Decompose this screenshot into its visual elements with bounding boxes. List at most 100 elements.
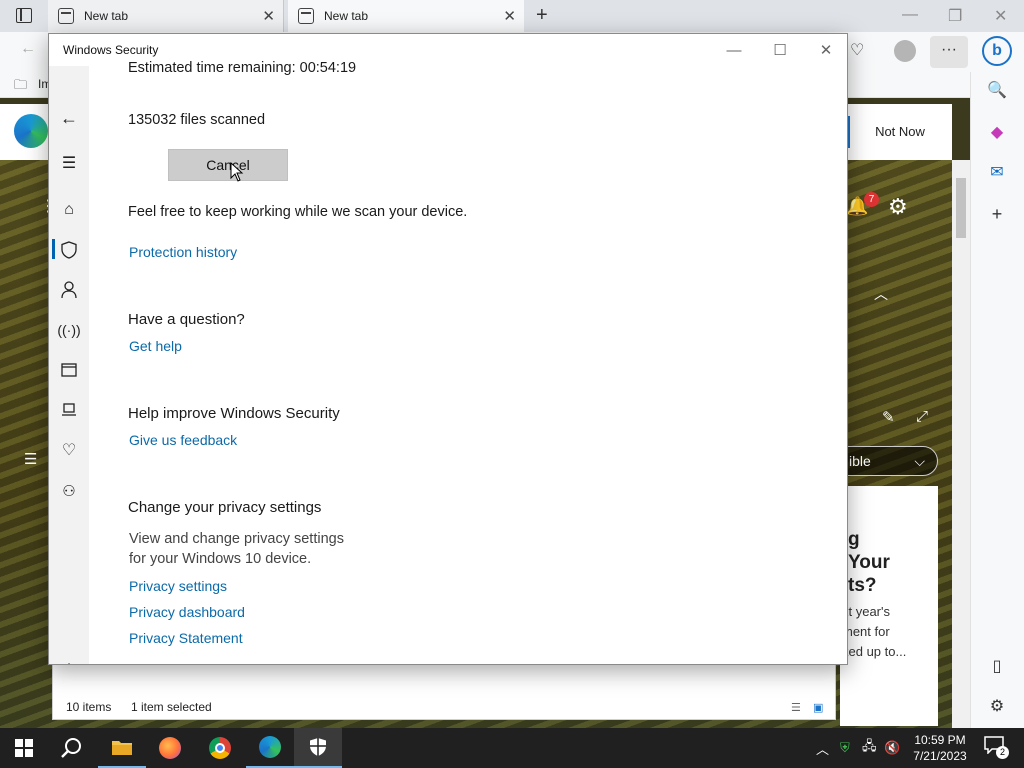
- privacy-dashboard-link[interactable]: Privacy dashboard: [129, 604, 245, 620]
- start-button[interactable]: [0, 728, 48, 768]
- chrome-taskbar-button[interactable]: [196, 728, 244, 768]
- notification-badge: 7: [864, 192, 879, 207]
- clock-time: 10:59 PM: [914, 733, 966, 747]
- windows-security-dialog: Windows Security — ☐ ✕ ← ☰ ⌂ ((·)) ♡ ⚇ ⚙…: [48, 33, 848, 665]
- not-now-button[interactable]: Not Now: [850, 114, 950, 148]
- health-icon[interactable]: ♡: [850, 40, 864, 60]
- news-subtitle: xt year's ment for ked up to...: [842, 604, 907, 659]
- privacy-heading: Change your privacy settings: [128, 499, 322, 516]
- privacy-description: View and change privacy settings for you…: [129, 531, 344, 567]
- chevron-down-icon: ⌵: [914, 452, 925, 469]
- back-icon[interactable]: ←: [20, 40, 36, 58]
- clock-date: 7/21/2023: [913, 749, 967, 763]
- workspaces-icon[interactable]: [16, 8, 32, 23]
- shield-icon[interactable]: [57, 238, 81, 262]
- protection-history-link[interactable]: Protection history: [129, 244, 237, 260]
- maximize-icon[interactable]: ☐: [757, 38, 803, 62]
- windows-logo-icon: [15, 739, 33, 757]
- new-tab-icon[interactable]: +: [536, 4, 548, 27]
- edge-taskbar-button[interactable]: [246, 728, 294, 768]
- improve-heading: Help improve Windows Security: [128, 405, 340, 422]
- navigation-rail: ← ☰ ⌂ ((·)) ♡ ⚇ ⚙: [49, 66, 89, 664]
- network-icon[interactable]: 🖧: [862, 728, 877, 768]
- windows-security-taskbar-button[interactable]: [294, 728, 342, 768]
- file-explorer-taskbar-button[interactable]: [98, 728, 146, 768]
- search-icon: [61, 738, 81, 758]
- get-help-link[interactable]: Get help: [129, 338, 182, 354]
- explorer-selection-count: 1 item selected: [131, 700, 212, 714]
- outlook-icon[interactable]: ✉: [987, 162, 1007, 182]
- dialog-content: Estimated time remaining: 00:54:19 13503…: [89, 60, 847, 664]
- chrome-icon: [209, 737, 231, 759]
- page-settings-icon[interactable]: ⚙: [888, 194, 908, 220]
- close-icon[interactable]: ✕: [803, 38, 847, 62]
- thumbnail-view-icon[interactable]: ▣: [813, 701, 823, 714]
- privacy-statement-link[interactable]: Privacy Statement: [129, 630, 243, 646]
- firefox-taskbar-button[interactable]: [146, 728, 194, 768]
- device-security-icon[interactable]: [57, 398, 81, 422]
- question-heading: Have a question?: [128, 311, 245, 328]
- folder-icon: [112, 741, 132, 755]
- page-scrollbar[interactable]: [952, 160, 970, 728]
- taskbar-search-button[interactable]: [48, 728, 96, 768]
- expand-icon[interactable]: ⤢: [916, 408, 928, 425]
- dialog-title: Windows Security: [63, 43, 159, 57]
- minimize-icon[interactable]: —: [902, 6, 918, 24]
- feed-visibility-dropdown[interactable]: ible ⌵: [840, 446, 938, 476]
- close-tab-icon[interactable]: ✕: [503, 7, 516, 25]
- edge-logo-icon: [14, 114, 48, 148]
- more-menu-button[interactable]: ···: [930, 36, 968, 68]
- details-view-icon[interactable]: ☰: [791, 701, 801, 714]
- news-title[interactable]: g Your ts?: [848, 528, 890, 597]
- add-icon[interactable]: +: [987, 204, 1007, 225]
- sidebar-settings-icon[interactable]: ⚙: [987, 696, 1007, 716]
- tab-page-icon: [298, 8, 314, 24]
- mouse-cursor-icon: [230, 162, 244, 182]
- notification-count-badge: 2: [996, 746, 1009, 759]
- close-icon[interactable]: ✕: [994, 6, 1007, 26]
- account-icon[interactable]: [57, 278, 81, 302]
- settings-gear-icon[interactable]: ⚙: [57, 658, 81, 664]
- firewall-icon[interactable]: ((·)): [57, 318, 81, 342]
- office-icon[interactable]: ◆: [987, 122, 1007, 142]
- tab-label: New tab: [324, 9, 369, 23]
- bing-chat-icon[interactable]: b: [982, 36, 1012, 66]
- edge-icon: [259, 736, 281, 758]
- defender-tray-icon[interactable]: ⛨: [840, 728, 850, 768]
- browser-tab-2[interactable]: New tab ✕: [288, 0, 524, 32]
- keep-working-text: Feel free to keep working while we scan …: [128, 204, 468, 220]
- taskbar: ︿ ⛨ 🖧 🔇 10:59 PM 7/21/2023 2: [0, 728, 1024, 768]
- cancel-button[interactable]: Cancel: [168, 149, 288, 181]
- back-arrow-icon[interactable]: ←: [57, 106, 81, 130]
- collapse-chevron-icon[interactable]: ︿: [874, 284, 888, 304]
- edit-background-icon[interactable]: ✎: [882, 408, 895, 426]
- time-remaining-text: Estimated time remaining: 00:54:19: [128, 60, 357, 76]
- search-icon[interactable]: 🔍: [987, 80, 1007, 100]
- tab-label: New tab: [84, 9, 129, 23]
- close-tab-icon[interactable]: ✕: [262, 7, 275, 25]
- restore-icon[interactable]: ❐: [948, 6, 962, 26]
- dropdown-label: ible: [849, 453, 871, 469]
- feed-menu-icon[interactable]: ☰: [24, 450, 37, 468]
- hamburger-menu-icon[interactable]: ☰: [57, 151, 81, 175]
- system-clock[interactable]: 10:59 PM 7/21/2023: [900, 732, 980, 764]
- shield-icon: [310, 738, 326, 756]
- browser-tab-1[interactable]: New tab ✕: [48, 0, 284, 32]
- minimize-icon[interactable]: —: [711, 38, 757, 62]
- privacy-settings-link[interactable]: Privacy settings: [129, 578, 227, 594]
- browser-tab-strip: New tab ✕ New tab ✕ + — ❐ ✕: [0, 0, 1024, 32]
- profile-avatar[interactable]: [894, 40, 916, 62]
- volume-muted-icon[interactable]: 🔇: [884, 728, 900, 768]
- show-hidden-icons-chevron-icon[interactable]: ︿: [816, 728, 829, 768]
- firefox-icon: [159, 737, 181, 759]
- files-scanned-text: 135032 files scanned: [128, 112, 266, 128]
- action-center-button[interactable]: 2: [984, 736, 1009, 759]
- family-icon[interactable]: ⚇: [57, 479, 81, 503]
- selected-indicator: [52, 239, 55, 259]
- health-icon[interactable]: ♡: [57, 438, 81, 462]
- home-icon[interactable]: ⌂: [57, 198, 81, 222]
- feedback-link[interactable]: Give us feedback: [129, 432, 237, 448]
- folder-icon[interactable]: 🗀: [14, 76, 27, 98]
- sidebar-toggle-icon[interactable]: ▯: [987, 656, 1007, 676]
- app-browser-icon[interactable]: [57, 358, 81, 382]
